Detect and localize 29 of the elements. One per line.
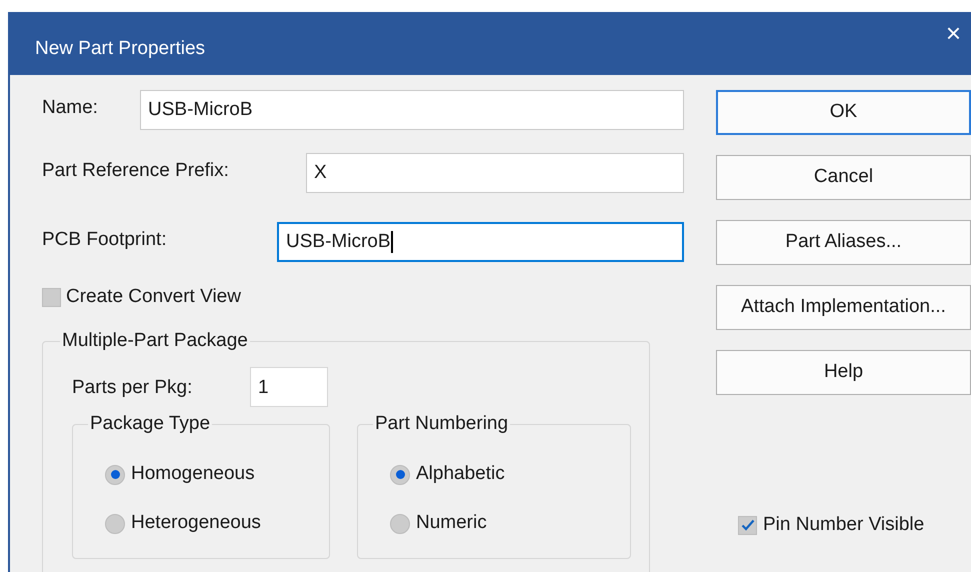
checkbox[interactable]: [42, 288, 61, 307]
field-label: PCB Footprint:: [42, 228, 168, 252]
input-field[interactable]: X: [306, 153, 684, 193]
checkmark-icon: [740, 519, 754, 532]
radio-button[interactable]: [390, 514, 410, 534]
radio-label: Homogeneous: [131, 462, 255, 486]
input-field[interactable]: 1: [250, 366, 328, 406]
radio-button[interactable]: [105, 514, 125, 534]
radio-button[interactable]: [105, 464, 125, 484]
radio-label: Numeric: [416, 511, 487, 536]
input-field[interactable]: USB-MicroB: [277, 222, 684, 262]
dialog-button[interactable]: OK: [716, 90, 971, 135]
checkbox-label: Pin Number Visible: [763, 513, 924, 537]
dialog-button[interactable]: Part Aliases...: [716, 220, 971, 265]
input-field[interactable]: USB-MicroB: [140, 90, 684, 130]
checkbox-label: Create Convert View: [66, 285, 241, 309]
checkbox[interactable]: [738, 516, 757, 535]
radio-label: Alphabetic: [416, 462, 505, 486]
dialog-button[interactable]: Help: [716, 350, 971, 395]
dialog-button[interactable]: Attach Implementation...: [716, 285, 971, 330]
field-label: Parts per Pkg:: [72, 376, 194, 400]
field-label: Name:: [42, 96, 99, 120]
dialog-button[interactable]: Cancel: [716, 155, 971, 200]
close-button[interactable]: ×: [946, 20, 961, 46]
text-cursor: [390, 231, 393, 253]
radio-button[interactable]: [390, 464, 410, 484]
window-title: New Part Properties: [35, 37, 206, 62]
field-label: Part Reference Prefix:: [42, 159, 230, 183]
radio-label: Heterogeneous: [131, 511, 261, 536]
